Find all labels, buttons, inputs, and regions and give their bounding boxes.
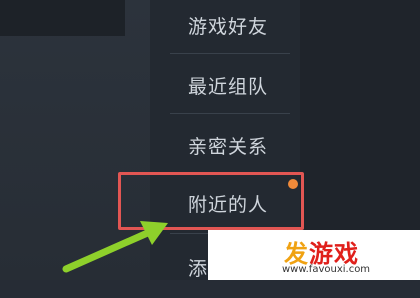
menu-item-close-relationship[interactable]: 亲密关系 bbox=[158, 114, 298, 176]
pointer-arrow-icon bbox=[62, 221, 168, 273]
watermark: 发游戏 www.favouxi.com bbox=[208, 230, 420, 280]
menu-item-recent-team[interactable]: 最近组队 bbox=[158, 54, 298, 116]
menu-item-label: 最近组队 bbox=[187, 75, 268, 98]
watermark-url: www.favouxi.com bbox=[282, 264, 371, 275]
notification-dot-icon bbox=[288, 179, 298, 189]
menu-item-game-friends[interactable]: 游戏好友 bbox=[158, 0, 298, 56]
left-header-block bbox=[0, 0, 125, 36]
menu-item-label: 游戏好友 bbox=[187, 15, 268, 38]
menu-item-label: 亲密关系 bbox=[187, 135, 268, 158]
